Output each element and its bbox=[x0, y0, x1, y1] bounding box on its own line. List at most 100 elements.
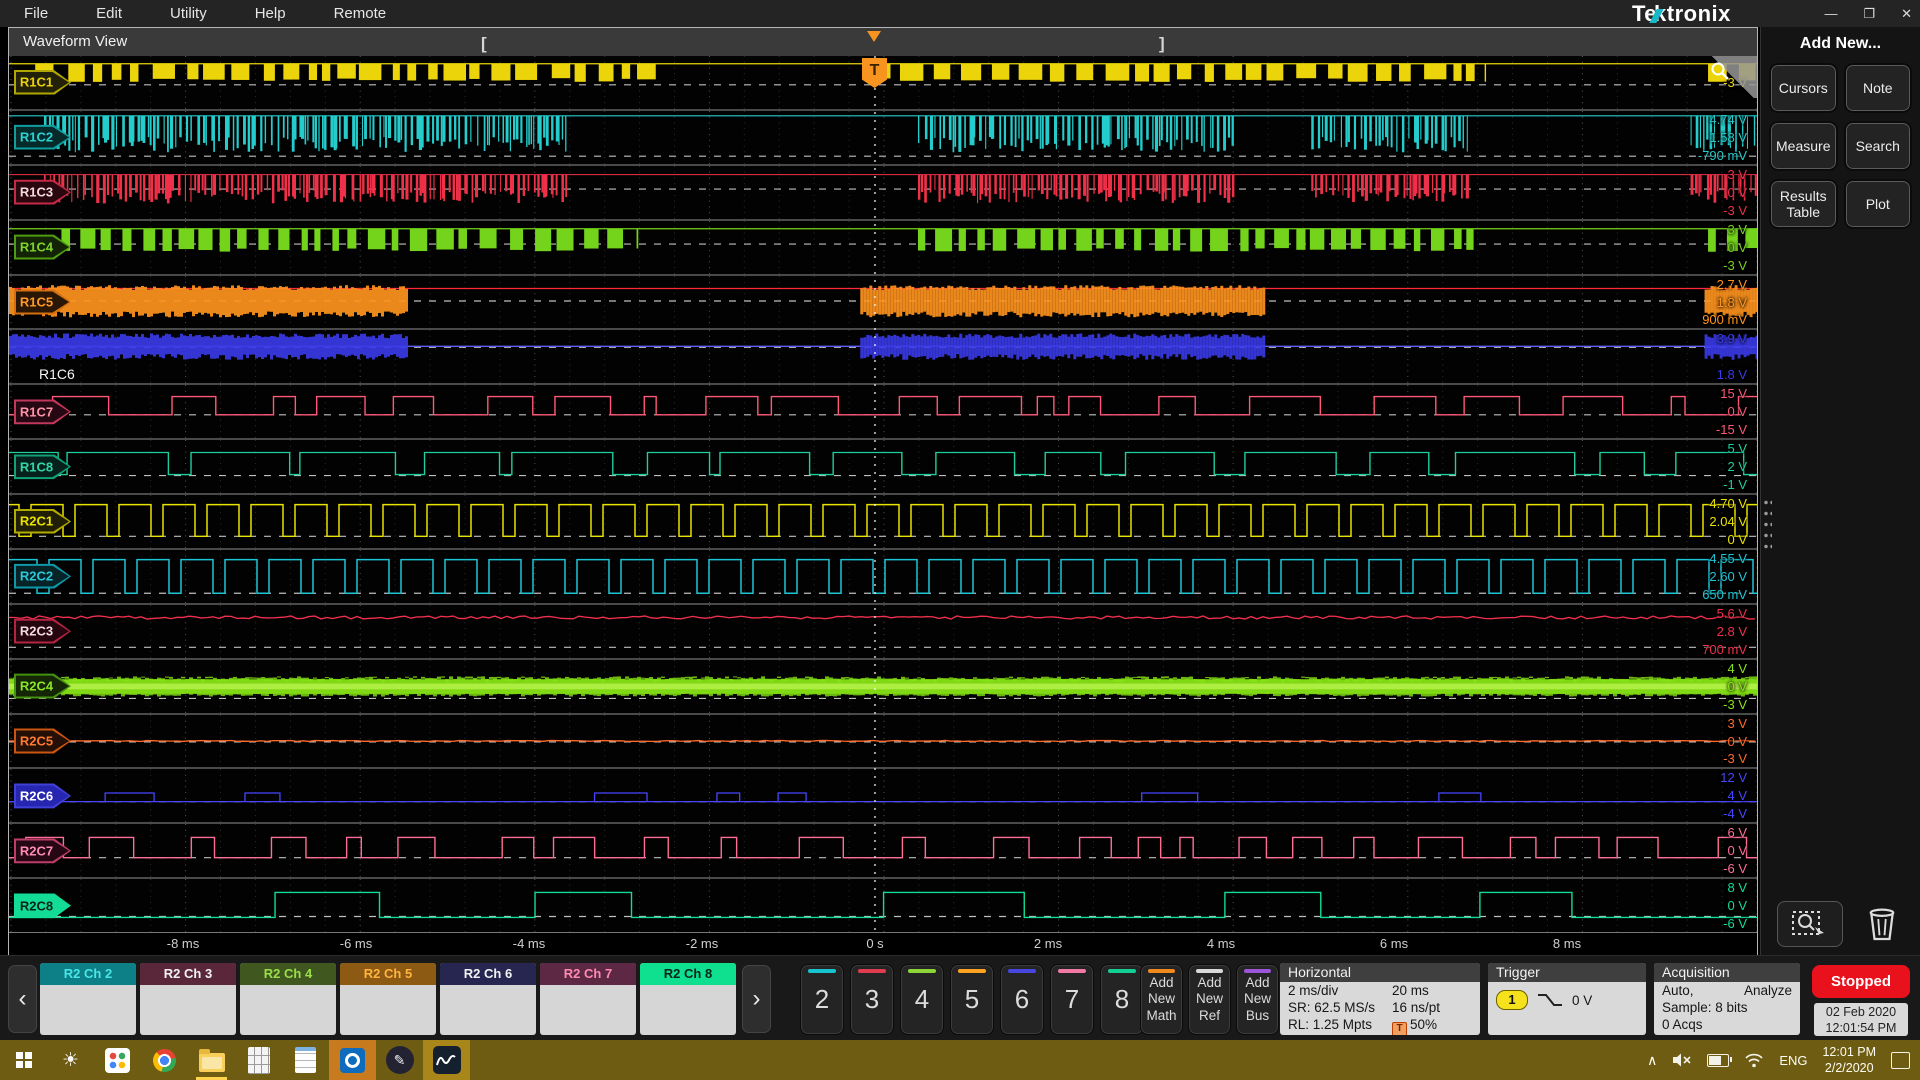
taskbar-start-icon[interactable] bbox=[0, 1040, 47, 1080]
zoom-selection-icon bbox=[1792, 911, 1825, 938]
taskbar-chrome-icon[interactable] bbox=[141, 1040, 188, 1080]
channel-slice-r1c3[interactable]: R1C3 3 V0 V -3 V bbox=[9, 165, 1757, 221]
menu-item-remote[interactable]: Remote bbox=[310, 5, 411, 22]
channel-tab-header: R2 Ch 6 bbox=[440, 963, 536, 985]
channel-tab-r2-ch-7[interactable]: R2 Ch 7 bbox=[540, 963, 636, 1035]
channel-button-3[interactable]: 3 bbox=[850, 964, 894, 1035]
channel-tab-r2-ch-3[interactable]: R2 Ch 3 bbox=[140, 963, 236, 1035]
trash-icon bbox=[1869, 908, 1895, 941]
add-new-bus-button[interactable]: Add New Bus bbox=[1236, 964, 1279, 1035]
channel-slice-r2c6[interactable]: R2C6 12 V4 V -4 V bbox=[9, 769, 1757, 825]
wifi-icon[interactable] bbox=[1744, 1053, 1764, 1068]
trigger-position-arrow-icon[interactable] bbox=[867, 31, 881, 49]
trash-button[interactable] bbox=[1860, 901, 1904, 947]
trigger-title: Trigger bbox=[1488, 963, 1646, 982]
channel-slice-r1c7[interactable]: R1C7 15 V0 V -15 V bbox=[9, 385, 1757, 441]
channel-tab-r2-ch-8[interactable]: R2 Ch 8 bbox=[640, 963, 736, 1035]
add-new-measure-button[interactable]: Measure bbox=[1769, 121, 1838, 171]
scroll-tabs-left-button[interactable]: ‹ bbox=[8, 965, 37, 1033]
menu-item-edit[interactable]: Edit bbox=[72, 5, 146, 22]
taskbar-brightness-icon[interactable]: ☀ bbox=[47, 1040, 94, 1080]
language-indicator[interactable]: ENG bbox=[1779, 1053, 1807, 1068]
add-new-cursors-button[interactable]: Cursors bbox=[1769, 63, 1838, 113]
close-icon[interactable]: ✕ bbox=[1901, 6, 1912, 22]
scroll-tabs-right-button[interactable]: › bbox=[742, 965, 771, 1033]
falling-edge-icon bbox=[1538, 994, 1562, 1006]
taskbar-clock[interactable]: 12:01 PM 2/2/2020 bbox=[1822, 1044, 1876, 1076]
acquisition-badge[interactable]: Acquisition Auto, Analyze Sample: 8 bits … bbox=[1654, 963, 1800, 1035]
tray-expand-icon[interactable]: ∧ bbox=[1647, 1052, 1657, 1069]
acquisition-count: 0 Acqs bbox=[1662, 1017, 1703, 1032]
menu-item-utility[interactable]: Utility bbox=[146, 5, 231, 22]
channel-slice-r2c3[interactable]: R2C3 5.6 V 2.8 V 700 mV bbox=[9, 604, 1757, 660]
add-new-buttons: Cursors Note Measure Search Results Table Plo… bbox=[1761, 63, 1920, 229]
trigger-level: 0 V bbox=[1572, 992, 1593, 1008]
add-new-ref-button[interactable]: Add New Ref bbox=[1188, 964, 1231, 1035]
minimize-icon[interactable]: — bbox=[1824, 6, 1837, 21]
channel-slice-r2c7[interactable]: R2C7 6 V0 V -6 V bbox=[9, 824, 1757, 880]
channel-button-7[interactable]: 7 bbox=[1050, 964, 1094, 1035]
channel-label-r1c6[interactable]: R1C6 bbox=[39, 366, 75, 382]
menu-item-file[interactable]: File bbox=[0, 5, 72, 22]
channel-button-5[interactable]: 5 bbox=[950, 964, 994, 1035]
scope-time: 12:01:54 PM bbox=[1825, 1021, 1897, 1035]
add-button-label: Add New Ref bbox=[1195, 975, 1223, 1023]
channel-button-2[interactable]: 2 bbox=[800, 964, 844, 1035]
channel-slice-r2c1[interactable]: R2C1 4.70 V 2.04 V0 V bbox=[9, 495, 1757, 550]
channel-button-label: 7 bbox=[1064, 984, 1080, 1014]
channel-slice-r1c2[interactable]: R1C2 4.74 V 1.58 V -790 mV bbox=[9, 110, 1757, 166]
acquisition-title: Acquisition bbox=[1654, 963, 1800, 982]
add-new-search-button[interactable]: Search bbox=[1843, 121, 1912, 171]
channel-color-stripe bbox=[1108, 969, 1136, 973]
add-new-note-button[interactable]: Note bbox=[1843, 63, 1912, 113]
taskbar-tekscope-icon[interactable] bbox=[423, 1040, 470, 1080]
channel-tab-r2-ch-6[interactable]: R2 Ch 6 bbox=[440, 963, 536, 1035]
run-stop-button[interactable]: Stopped bbox=[1812, 965, 1910, 998]
taskbar-calculator-icon[interactable] bbox=[235, 1040, 282, 1080]
channel-tabs: R2 Ch 2 R2 Ch 3 R2 Ch 4 R2 Ch 5 R2 Ch 6 R2 Ch… bbox=[40, 963, 736, 1035]
zoom-selection-button[interactable] bbox=[1777, 901, 1844, 947]
add-button-stripe bbox=[1196, 969, 1223, 973]
taskbar-outlook-icon[interactable] bbox=[329, 1040, 376, 1080]
add-new-math-button[interactable]: Add New Math bbox=[1140, 964, 1183, 1035]
channel-slice-r2c2[interactable]: R2C2 4.55 V 2.60 V 650 mV bbox=[9, 549, 1757, 605]
acquisition-sample: Sample: 8 bits bbox=[1662, 1000, 1748, 1015]
taskbar-whiteboard-icon[interactable]: ✎ bbox=[376, 1040, 423, 1080]
graticule: R1C1-3 VR1C24.74 V1.58 V-790 mVR1C33 V0 … bbox=[9, 56, 1757, 932]
action-center-icon[interactable] bbox=[1891, 1051, 1910, 1069]
volume-muted-icon[interactable] bbox=[1672, 1052, 1692, 1068]
battery-icon[interactable] bbox=[1707, 1053, 1733, 1067]
channel-slice-r1c6[interactable]: R1C6 3.9 V 1.8 V bbox=[9, 330, 1757, 386]
acquisition-mode: Auto, bbox=[1662, 983, 1694, 998]
restore-icon[interactable]: ❐ bbox=[1863, 6, 1875, 22]
channel-slice-r2c5[interactable]: R2C5 3 V0 V -3 V bbox=[9, 714, 1757, 770]
channel-slice-r2c4[interactable]: R2C4 4 V0 V -3 V bbox=[9, 659, 1757, 715]
channel-slice-r1c4[interactable]: R1C4 3 V0 V -3 V bbox=[9, 220, 1757, 276]
channel-slice-r1c8[interactable]: R1C8 5 V2 V -1 V bbox=[9, 440, 1757, 495]
add-new-results-table-button[interactable]: Results Table bbox=[1769, 179, 1838, 229]
taskbar-notepad-icon[interactable] bbox=[282, 1040, 329, 1080]
channel-button-8[interactable]: 8 bbox=[1100, 964, 1144, 1035]
channel-tab-r2-ch-4[interactable]: R2 Ch 4 bbox=[240, 963, 336, 1035]
datetime-box: 02 Feb 2020 12:01:54 PM bbox=[1814, 1003, 1908, 1036]
bottom-control-bar: ‹ R2 Ch 2 R2 Ch 3 R2 Ch 4 R2 Ch 5 R2 Ch 6 R2 … bbox=[0, 955, 1920, 1040]
channel-button-4[interactable]: 4 bbox=[900, 964, 944, 1035]
channel-tab-r2-ch-5[interactable]: R2 Ch 5 bbox=[340, 963, 436, 1035]
time-axis-label: -4 ms bbox=[512, 936, 546, 951]
channel-tab-r2-ch-2[interactable]: R2 Ch 2 bbox=[40, 963, 136, 1035]
zoom-corner-icon[interactable] bbox=[1709, 56, 1757, 98]
add-new-plot-button[interactable]: Plot bbox=[1843, 179, 1912, 229]
channel-slice-r1c5[interactable]: R1C5 2.7 V 1.8 V 900 mV bbox=[9, 275, 1757, 331]
menu-item-help[interactable]: Help bbox=[231, 5, 310, 22]
channel-color-stripe bbox=[908, 969, 936, 973]
channel-button-label: 5 bbox=[964, 984, 980, 1014]
panel-drag-handle[interactable] bbox=[1762, 495, 1772, 549]
taskbar-photos-icon[interactable] bbox=[94, 1040, 141, 1080]
taskbar-file-explorer-icon[interactable] bbox=[188, 1040, 235, 1080]
channel-slice-r2c8[interactable]: R2C8 8 V0 V -6 V bbox=[9, 879, 1757, 932]
tekscope-application: File Edit Utility Help Remote Tektronix — ❐ ✕… bbox=[0, 0, 1920, 1080]
channel-button-6[interactable]: 6 bbox=[1000, 964, 1044, 1035]
trigger-badge[interactable]: Trigger 1 0 V bbox=[1488, 963, 1646, 1035]
horizontal-badge[interactable]: Horizontal 2 ms/div 20 ms SR: 62.5 MS/s 16… bbox=[1280, 963, 1480, 1035]
acquisition-analyze: Analyze bbox=[1743, 983, 1792, 998]
